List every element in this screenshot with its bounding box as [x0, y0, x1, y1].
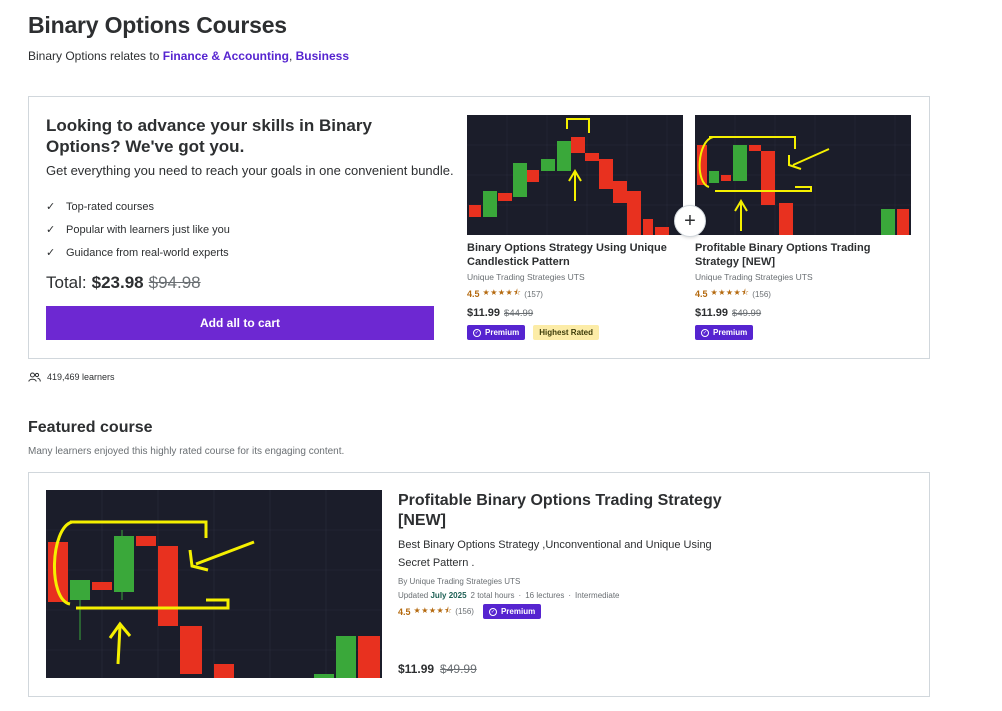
course-title[interactable]: Profitable Binary Options Trading Strate…: [695, 241, 911, 269]
course-prices: $11.99 $49.99: [695, 307, 911, 319]
benefit-item: ✓ Top-rated courses: [46, 195, 230, 218]
current-price: $11.99: [398, 662, 435, 676]
featured-course-author: By Unique Trading Strategies UTS: [398, 577, 521, 586]
total-original-price: $94.98: [148, 273, 201, 292]
course-rating: 4.5 ★★★★⯪ (157): [467, 287, 683, 301]
benefit-label: Top-rated courses: [66, 200, 155, 213]
bundle-heading: Looking to advance your skills in Binary…: [46, 116, 372, 156]
updated-label: Updated: [398, 591, 429, 600]
topic-link-business[interactable]: Business: [296, 49, 349, 63]
topic-link-finance[interactable]: Finance & Accounting: [163, 49, 289, 63]
updated-date: July 2025: [430, 591, 467, 600]
premium-icon: ✓: [488, 607, 497, 616]
featured-course-info: Profitable Binary Options Trading Strate…: [398, 491, 738, 619]
course-prices: $11.99 $44.99: [467, 307, 683, 319]
highest-rated-badge: Highest Rated: [533, 325, 600, 340]
course-thumbnail[interactable]: [695, 115, 911, 235]
relates-to-text: Binary Options relates to Finance & Acco…: [28, 49, 349, 63]
learners-count: 419,469 learners: [28, 372, 115, 382]
bundle-subheading: Get everything you need to reach your go…: [46, 163, 454, 178]
check-icon: ✓: [46, 201, 56, 213]
meta-separator: ·: [568, 591, 572, 600]
learners-label: 419,469 learners: [47, 372, 115, 382]
bundle-box: Looking to advance your skills in Binary…: [28, 96, 930, 359]
premium-badge: ✓ Premium: [482, 604, 542, 619]
premium-label: Premium: [713, 328, 748, 337]
page-title: Binary Options Courses: [28, 12, 287, 38]
total-hours: 2 total hours: [470, 591, 515, 600]
check-icon: ✓: [46, 247, 56, 259]
original-price: $44.99: [504, 308, 534, 319]
featured-subheading: Many learners enjoyed this highly rated …: [28, 446, 345, 457]
bundle-course-card-1[interactable]: Binary Options Strategy Using Unique Can…: [467, 115, 683, 340]
course-rating: 4.5 ★★★★⯪ (156): [695, 287, 911, 301]
review-count: (156): [455, 607, 474, 616]
rating-value: 4.5: [467, 289, 480, 299]
premium-label: Premium: [485, 328, 520, 337]
featured-course-thumbnail[interactable]: [46, 490, 382, 678]
total-price: $23.98: [91, 273, 144, 292]
original-price: $49.99: [440, 662, 477, 676]
bundle-benefits: ✓ Top-rated courses ✓ Popular with learner…: [46, 195, 230, 264]
course-level: Intermediate: [575, 591, 620, 600]
meta-separator: ·: [518, 591, 522, 600]
star-icon: ★★★★⯪: [413, 605, 453, 615]
add-all-to-cart-button[interactable]: Add all to cart: [46, 306, 434, 340]
total-label: Total:: [46, 273, 87, 292]
star-icon: ★★★★⯪: [710, 288, 750, 297]
review-count: (156): [752, 289, 771, 299]
current-price: $11.99: [695, 307, 729, 319]
featured-course-card[interactable]: Profitable Binary Options Trading Strate…: [28, 472, 930, 697]
course-author: Unique Trading Strategies UTS: [467, 272, 585, 282]
course-thumbnail[interactable]: [467, 115, 683, 235]
course-title[interactable]: Binary Options Strategy Using Unique Can…: [467, 241, 683, 269]
course-author: Unique Trading Strategies UTS: [695, 272, 813, 282]
bundle-total: Total: $23.98 $94.98: [46, 273, 201, 293]
premium-icon: ✓: [473, 328, 481, 337]
course-badges: ✓ Premium: [695, 325, 911, 340]
original-price: $49.99: [732, 308, 762, 319]
star-icon: ★★★★⯪: [482, 288, 522, 297]
check-icon: ✓: [46, 224, 56, 236]
updated-info: Updated July 2025: [398, 591, 467, 600]
review-count: (157): [524, 289, 543, 299]
featured-heading: Featured course: [28, 419, 153, 436]
benefit-label: Popular with learners just like you: [66, 223, 230, 236]
featured-course-meta: Updated July 2025 2 total hours · 16 lec…: [398, 591, 738, 600]
rating-value: 4.5: [695, 289, 708, 299]
bundle-course-card-2[interactable]: Profitable Binary Options Trading Strate…: [695, 115, 911, 340]
relates-prefix: Binary Options relates to: [28, 49, 163, 63]
users-icon: [28, 372, 41, 382]
featured-course-description: Best Binary Options Strategy ,Unconventi…: [398, 539, 712, 569]
premium-badge: ✓ Premium: [467, 325, 526, 340]
premium-label: Premium: [500, 607, 536, 616]
featured-course-rating: 4.5 ★★★★⯪ (156) ✓ Premium: [398, 604, 738, 619]
premium-icon: ✓: [701, 328, 709, 337]
premium-badge: ✓ Premium: [695, 325, 754, 340]
featured-course-title[interactable]: Profitable Binary Options Trading Strate…: [398, 491, 738, 531]
benefit-item: ✓ Guidance from real-world experts: [46, 241, 230, 264]
relates-separator: ,: [288, 49, 296, 63]
course-badges: ✓ Premium Highest Rated: [467, 325, 683, 340]
rating-value: 4.5: [398, 606, 411, 617]
plus-icon: +: [674, 205, 706, 237]
benefit-label: Guidance from real-world experts: [66, 246, 229, 259]
benefit-item: ✓ Popular with learners just like you: [46, 218, 230, 241]
featured-course-prices: $11.99 $49.99: [398, 662, 477, 676]
lecture-count: 16 lectures: [525, 591, 565, 600]
current-price: $11.99: [467, 307, 501, 319]
